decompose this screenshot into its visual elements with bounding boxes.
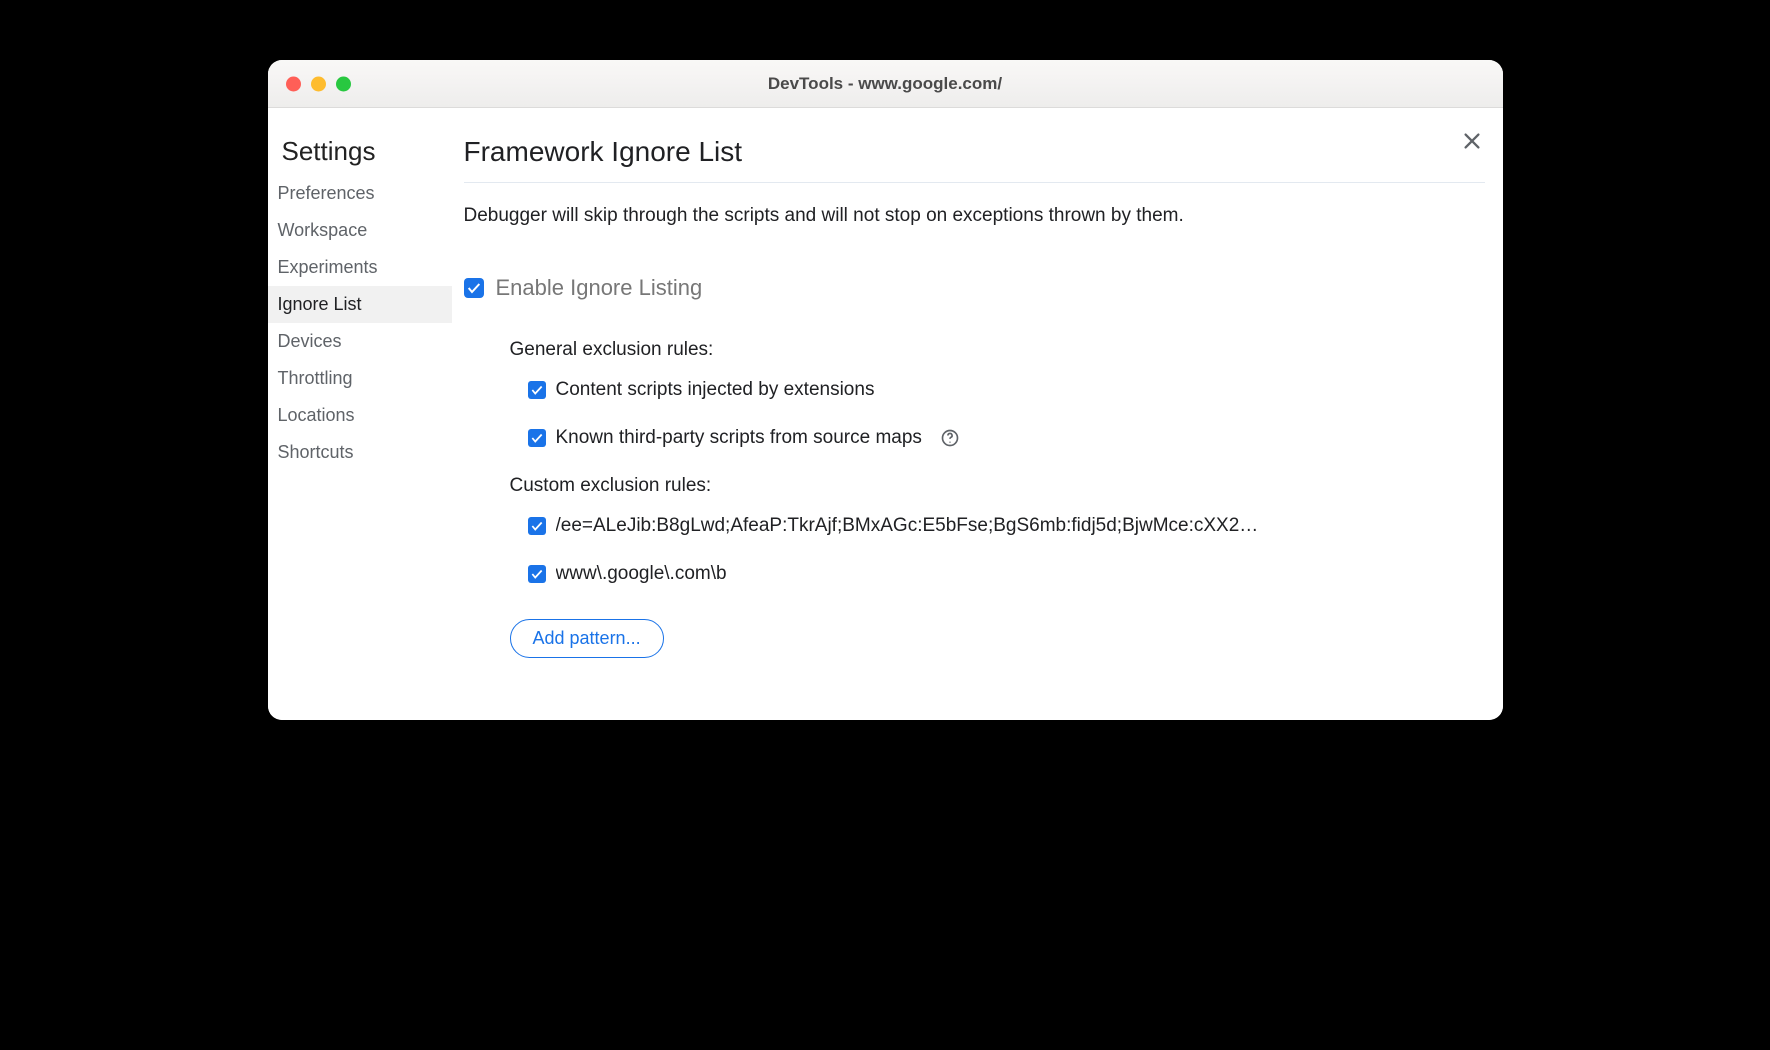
custom-rule-1-checkbox[interactable]	[528, 565, 546, 583]
close-window-button[interactable]	[286, 76, 301, 91]
question-circle-icon	[940, 428, 960, 448]
sidebar-item-shortcuts[interactable]: Shortcuts	[268, 434, 452, 471]
content: Settings Preferences Workspace Experimen…	[268, 108, 1503, 720]
custom-rule-row: /ee=ALeJib:B8gLwd;AfeaP:TkrAjf;BMxAGc:E5…	[510, 515, 1485, 537]
sidebar-title: Settings	[268, 136, 452, 175]
check-icon	[466, 280, 482, 296]
general-rules-heading: General exclusion rules:	[510, 339, 1485, 361]
sidebar-item-ignore-list[interactable]: Ignore List	[268, 286, 452, 323]
custom-rule-1-label: www\.google\.com\b	[556, 563, 727, 585]
sidebar-item-preferences[interactable]: Preferences	[268, 175, 452, 212]
third-party-scripts-checkbox[interactable]	[528, 429, 546, 447]
check-icon	[530, 519, 544, 533]
help-icon[interactable]	[940, 428, 960, 448]
sidebar-item-throttling[interactable]: Throttling	[268, 360, 452, 397]
enable-ignore-listing-label: Enable Ignore Listing	[496, 275, 703, 301]
custom-rule-row: www\.google\.com\b	[510, 563, 1485, 585]
window-title: DevTools - www.google.com/	[268, 74, 1503, 94]
custom-rule-0-label: /ee=ALeJib:B8gLwd;AfeaP:TkrAjf;BMxAGc:E5…	[556, 515, 1259, 537]
sidebar-item-locations[interactable]: Locations	[268, 397, 452, 434]
page-title: Framework Ignore List	[464, 136, 1485, 183]
sidebar-item-workspace[interactable]: Workspace	[268, 212, 452, 249]
sidebar-item-devices[interactable]: Devices	[268, 323, 452, 360]
check-icon	[530, 431, 544, 445]
sidebar-item-experiments[interactable]: Experiments	[268, 249, 452, 286]
devtools-settings-window: DevTools - www.google.com/ Settings Pref…	[268, 60, 1503, 720]
titlebar: DevTools - www.google.com/	[268, 60, 1503, 108]
general-exclusion-section: General exclusion rules: Content scripts…	[464, 339, 1485, 449]
check-icon	[530, 383, 544, 397]
content-scripts-label: Content scripts injected by extensions	[556, 379, 875, 401]
custom-rule-0-checkbox[interactable]	[528, 517, 546, 535]
page-description: Debugger will skip through the scripts a…	[464, 205, 1485, 227]
third-party-scripts-label: Known third-party scripts from source ma…	[556, 427, 922, 449]
general-rule-content-scripts: Content scripts injected by extensions	[510, 379, 1485, 401]
enable-ignore-listing-checkbox[interactable]	[464, 278, 484, 298]
close-settings-button[interactable]	[1461, 130, 1483, 157]
custom-exclusion-section: Custom exclusion rules: /ee=ALeJib:B8gLw…	[464, 475, 1485, 585]
add-pattern-button[interactable]: Add pattern...	[510, 619, 664, 658]
main-panel: Framework Ignore List Debugger will skip…	[452, 108, 1503, 720]
close-icon	[1461, 130, 1483, 152]
enable-ignore-listing-row: Enable Ignore Listing	[464, 275, 1485, 301]
general-rule-third-party: Known third-party scripts from source ma…	[510, 427, 1485, 449]
maximize-window-button[interactable]	[336, 76, 351, 91]
content-scripts-checkbox[interactable]	[528, 381, 546, 399]
settings-sidebar: Settings Preferences Workspace Experimen…	[268, 108, 452, 720]
traffic-lights	[286, 76, 351, 91]
custom-rules-heading: Custom exclusion rules:	[510, 475, 1485, 497]
minimize-window-button[interactable]	[311, 76, 326, 91]
check-icon	[530, 567, 544, 581]
